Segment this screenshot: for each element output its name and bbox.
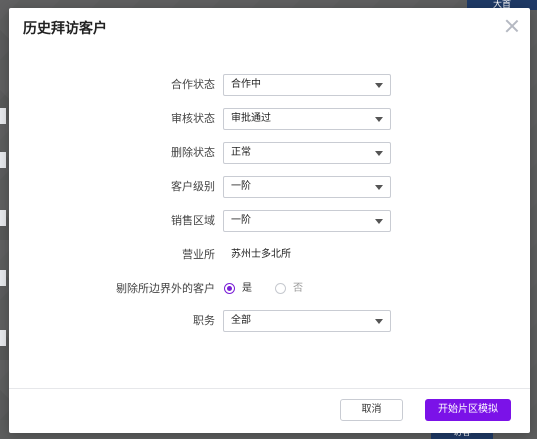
chevron-down-icon [375, 151, 383, 156]
radio-yes-label[interactable]: 是 [242, 278, 252, 300]
delete-status-select[interactable]: 正常 [223, 142, 391, 164]
customer-level-value: 一阶 [231, 181, 251, 192]
field-business-office: 营业所 苏州士多北所 [9, 244, 530, 266]
radio-yes[interactable] [224, 283, 235, 294]
history-visit-dialog: 历史拜访客户 合作状态 合作中 审核状态 审批通过 删除状态 正常 客户级别 一… [9, 8, 530, 433]
radio-no-label[interactable]: 否 [293, 278, 303, 300]
dialog-title: 历史拜访客户 [23, 21, 107, 37]
background-side-tab [0, 270, 6, 286]
field-review-status: 审核状态 审批通过 [9, 108, 530, 130]
business-office-value: 苏州士多北所 [231, 249, 291, 260]
exclude-outside-label: 剔除所边界外的客户 [116, 282, 215, 295]
business-office-label: 营业所 [182, 248, 215, 261]
start-simulation-button[interactable]: 开始片区模拟 [425, 399, 511, 421]
sales-region-value: 一阶 [231, 215, 251, 226]
customer-level-select[interactable]: 一阶 [223, 176, 391, 198]
review-status-value: 审批通过 [231, 113, 271, 124]
field-exclude-outside: 剔除所边界外的客户 是 否 [9, 278, 530, 300]
field-position: 职务 全部 [9, 310, 530, 332]
position-value: 全部 [231, 315, 251, 326]
chevron-down-icon [375, 185, 383, 190]
background-side-tab [0, 152, 6, 168]
background-side-tab [0, 108, 6, 124]
background-side-tab [0, 330, 6, 346]
field-delete-status: 删除状态 正常 [9, 142, 530, 164]
sales-region-select[interactable]: 一阶 [223, 210, 391, 232]
close-icon[interactable] [504, 18, 520, 34]
delete-status-value: 正常 [231, 147, 251, 158]
position-label: 职务 [193, 314, 215, 327]
cancel-button[interactable]: 取消 [340, 399, 403, 421]
field-coop-status: 合作状态 合作中 [9, 74, 530, 96]
chevron-down-icon [375, 117, 383, 122]
position-select[interactable]: 全部 [223, 310, 391, 332]
coop-status-value: 合作中 [231, 79, 261, 90]
sales-region-label: 销售区域 [171, 214, 215, 227]
footer-divider [9, 388, 530, 389]
delete-status-label: 删除状态 [171, 146, 215, 159]
coop-status-label: 合作状态 [171, 78, 215, 91]
chevron-down-icon [375, 319, 383, 324]
background-side-tab [0, 210, 6, 226]
coop-status-select[interactable]: 合作中 [223, 74, 391, 96]
review-status-select[interactable]: 审批通过 [223, 108, 391, 130]
customer-level-label: 客户级别 [171, 180, 215, 193]
chevron-down-icon [375, 219, 383, 224]
field-sales-region: 销售区域 一阶 [9, 210, 530, 232]
chevron-down-icon [375, 83, 383, 88]
field-customer-level: 客户级别 一阶 [9, 176, 530, 198]
radio-no[interactable] [275, 283, 286, 294]
review-status-label: 审核状态 [171, 112, 215, 125]
